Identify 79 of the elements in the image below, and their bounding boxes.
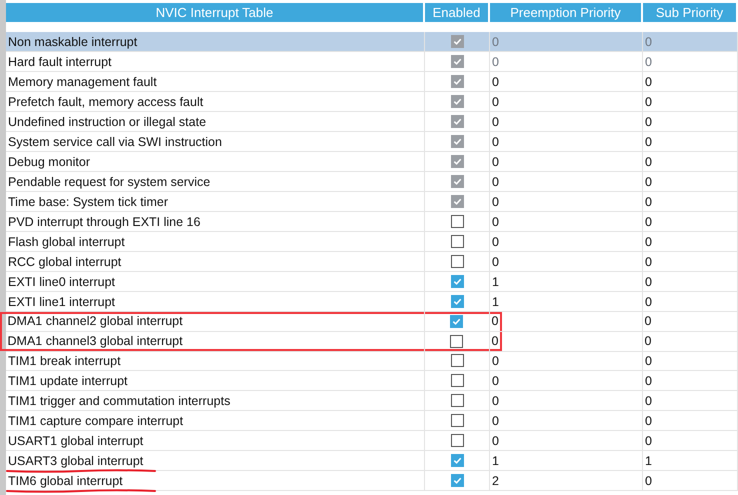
table-cell: EXTI line1 interrupt xyxy=(8,294,115,308)
table-cell: DMA1 channel2 global interrupt xyxy=(8,314,183,328)
table-cell: EXTI line0 interrupt xyxy=(8,274,115,288)
table-cell: TIM1 break interrupt xyxy=(8,354,121,368)
table-cell: TIM1 capture compare interrupt xyxy=(8,414,184,428)
table-cell: TIM1 trigger and commutation interrupts xyxy=(8,394,230,408)
table-cell: Time base: System tick timer xyxy=(8,194,168,208)
checkbox[interactable] xyxy=(450,334,463,348)
priority-value[interactable]: 0 xyxy=(492,334,498,348)
priority-value[interactable]: 0 xyxy=(492,234,499,248)
table-cell: TIM6 global interrupt xyxy=(8,474,123,488)
table-cell: Debug monitor xyxy=(8,154,90,168)
table-row[interactable]: EXTI line0 interrupt 1 0 xyxy=(6,272,738,292)
table-row[interactable]: Flash global interrupt 0 0 xyxy=(6,232,738,252)
checkbox[interactable] xyxy=(450,215,464,228)
table-row[interactable]: EXTI line1 interrupt 1 0 xyxy=(6,292,738,312)
table-cell: USART3 global interrupt xyxy=(8,454,144,468)
table-cell: Memory management fault xyxy=(8,74,157,88)
priority-value[interactable]: 0 xyxy=(492,214,499,228)
priority-value[interactable]: 1 xyxy=(645,454,652,468)
table-cell: RCC global interrupt xyxy=(8,254,122,268)
checkbox[interactable] xyxy=(450,414,464,427)
checkbox[interactable] xyxy=(450,275,464,288)
priority-value[interactable]: 0 xyxy=(492,254,499,268)
table-cell: Undefined instruction or illegal state xyxy=(8,114,206,128)
priority-value[interactable]: 0 xyxy=(492,414,499,428)
priority-value[interactable]: 2 xyxy=(492,474,499,488)
table-cell: TIM1 update interrupt xyxy=(8,374,128,388)
checkbox[interactable] xyxy=(450,454,464,467)
priority-value[interactable]: 0 xyxy=(645,214,652,228)
priority-value[interactable]: 0 xyxy=(645,294,652,308)
table-cell: PVD interrupt through EXTI line 16 xyxy=(8,214,200,228)
table-row[interactable]: RCC global interrupt 0 0 xyxy=(6,252,738,272)
priority-value[interactable]: 0 xyxy=(645,274,652,288)
priority-value[interactable]: 0 xyxy=(645,394,652,408)
table-row[interactable]: PVD interrupt through EXTI line 16 0 0 xyxy=(6,212,738,232)
checkbox[interactable] xyxy=(450,314,463,328)
priority-value[interactable]: 0 xyxy=(645,254,652,268)
priority-value[interactable]: 0 xyxy=(645,374,652,388)
priority-value[interactable]: 0 xyxy=(645,414,652,428)
priority-value[interactable]: 0 xyxy=(645,354,652,368)
checkbox[interactable] xyxy=(450,235,464,248)
checkbox[interactable] xyxy=(450,474,464,487)
table-cell: Hard fault interrupt xyxy=(8,54,112,68)
table-row[interactable]: TIM1 capture compare interrupt 0 0 xyxy=(6,411,738,431)
table-row[interactable]: USART3 global interrupt 1 1 xyxy=(6,451,738,471)
table-row[interactable]: USART1 global interrupt 0 0 xyxy=(6,431,738,451)
checkbox[interactable] xyxy=(450,374,464,387)
table-cell: System service call via SWI instruction xyxy=(8,134,222,148)
checkbox[interactable] xyxy=(450,434,464,447)
table-row[interactable]: DMA1 channel3 global interrupt 0 0 xyxy=(6,332,738,352)
priority-value[interactable]: 0 xyxy=(492,374,499,388)
table-row[interactable]: TIM1 break interrupt 0 0 xyxy=(6,351,738,371)
checkbox[interactable] xyxy=(450,255,464,268)
table-cell: USART1 global interrupt xyxy=(8,434,144,448)
table-cell: DMA1 channel3 global interrupt xyxy=(8,334,183,348)
table-cell: Flash global interrupt xyxy=(8,234,125,248)
priority-value[interactable]: 0 xyxy=(492,354,499,368)
priority-value[interactable]: 0 xyxy=(644,314,652,328)
priority-value[interactable]: 0 xyxy=(645,474,652,488)
table-cell: Prefetch fault, memory access fault xyxy=(8,94,204,108)
priority-value[interactable]: 0 xyxy=(492,394,499,408)
priority-value[interactable]: 0 xyxy=(492,314,498,328)
priority-value[interactable]: 0 xyxy=(645,434,652,448)
priority-value[interactable]: 0 xyxy=(492,434,499,448)
table-cell: Non maskable interrupt xyxy=(8,34,138,48)
table-row[interactable]: TIM1 trigger and commutation interrupts 0 0 xyxy=(6,391,738,411)
table-row[interactable]: TIM6 global interrupt 2 0 xyxy=(6,471,738,491)
priority-value[interactable]: 0 xyxy=(644,334,652,348)
table-row[interactable]: TIM1 update interrupt 0 0 xyxy=(6,371,738,391)
checkbox[interactable] xyxy=(450,295,464,308)
priority-value[interactable]: 1 xyxy=(492,274,499,288)
priority-value[interactable]: 0 xyxy=(645,234,652,248)
priority-value[interactable]: 1 xyxy=(492,454,499,468)
priority-value[interactable]: 1 xyxy=(492,294,499,308)
table-cell: Pendable request for system service xyxy=(8,174,210,188)
table-row[interactable]: DMA1 channel2 global interrupt 0 0 xyxy=(6,312,738,332)
checkbox[interactable] xyxy=(450,354,464,367)
checkbox[interactable] xyxy=(450,394,464,407)
